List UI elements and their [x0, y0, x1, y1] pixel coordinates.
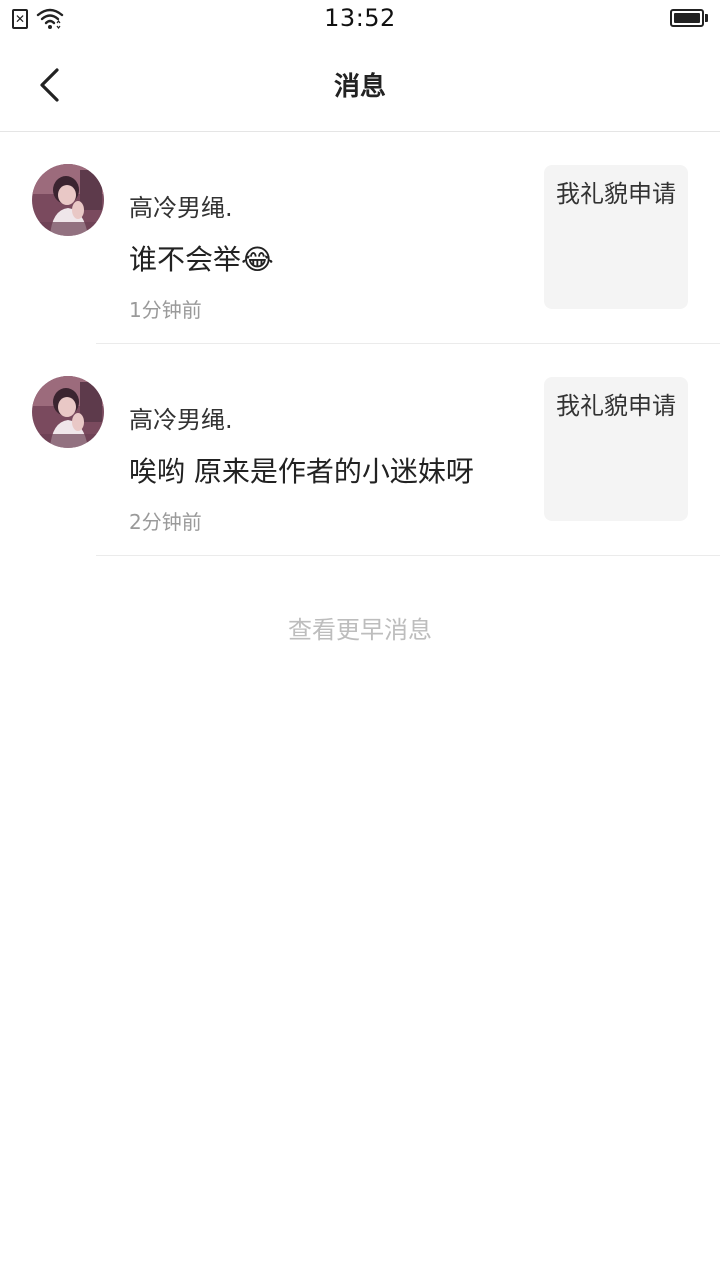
message-item[interactable]: 高冷男绳. 唉哟 原来是作者的小迷妹呀 2分钟前 我礼貌申请 [0, 344, 720, 556]
message-list: 高冷男绳. 谁不会举😂 1分钟前 我礼貌申请 高冷男绳. 唉哟 原来是作者的小迷… [0, 132, 720, 556]
divider [96, 555, 720, 556]
status-time: 13:52 [324, 4, 396, 32]
avatar[interactable] [32, 164, 104, 236]
view-earlier-messages-link[interactable]: 查看更早消息 [0, 610, 720, 645]
message-username: 高冷男绳. [129, 194, 233, 222]
message-username: 高冷男绳. [129, 406, 233, 434]
avatar[interactable] [32, 376, 104, 448]
messages-screen: ✕ 13:52 消息 高冷男绳. 谁不会举😂 1分钟前 我礼貌申请 高冷男绳. … [0, 0, 720, 1280]
status-bar: ✕ 13:52 [0, 0, 720, 40]
message-text: 唉哟 原来是作者的小迷妹呀 [129, 455, 474, 488]
page-title: 消息 [333, 72, 386, 102]
battery-icon [670, 9, 708, 27]
referenced-post-card[interactable]: 我礼貌申请 [544, 165, 688, 309]
message-time: 1分钟前 [129, 298, 202, 322]
nav-bar: 消息 [0, 40, 720, 132]
message-item[interactable]: 高冷男绳. 谁不会举😂 1分钟前 我礼貌申请 [0, 132, 720, 344]
message-time: 2分钟前 [129, 510, 202, 534]
message-text: 谁不会举😂 [129, 243, 274, 276]
referenced-post-card[interactable]: 我礼貌申请 [544, 377, 688, 521]
